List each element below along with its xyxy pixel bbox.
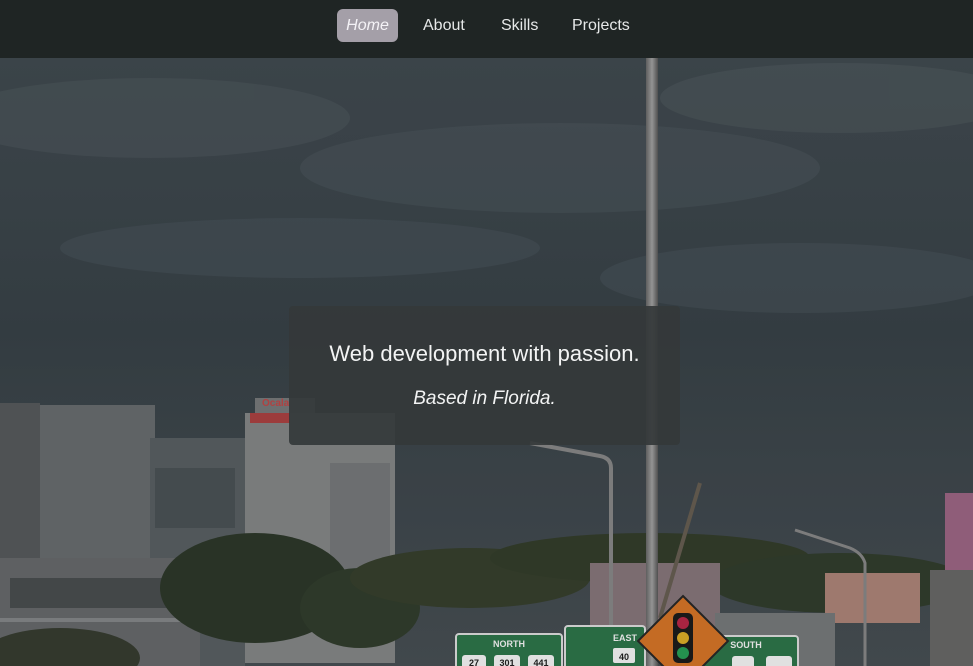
hero-tagline: Web development with passion.	[329, 341, 640, 366]
hero-caption-card: Web development with passion. Based in F…	[289, 306, 680, 445]
nav-link-about[interactable]: About	[423, 9, 465, 42]
nav-link-home[interactable]: Home	[337, 9, 398, 42]
nav-link-projects[interactable]: Projects	[572, 9, 630, 42]
top-navigation: Home About Skills Projects	[0, 0, 973, 58]
hero-location: Based in Florida.	[413, 388, 556, 409]
nav-link-skills[interactable]: Skills	[501, 9, 538, 42]
